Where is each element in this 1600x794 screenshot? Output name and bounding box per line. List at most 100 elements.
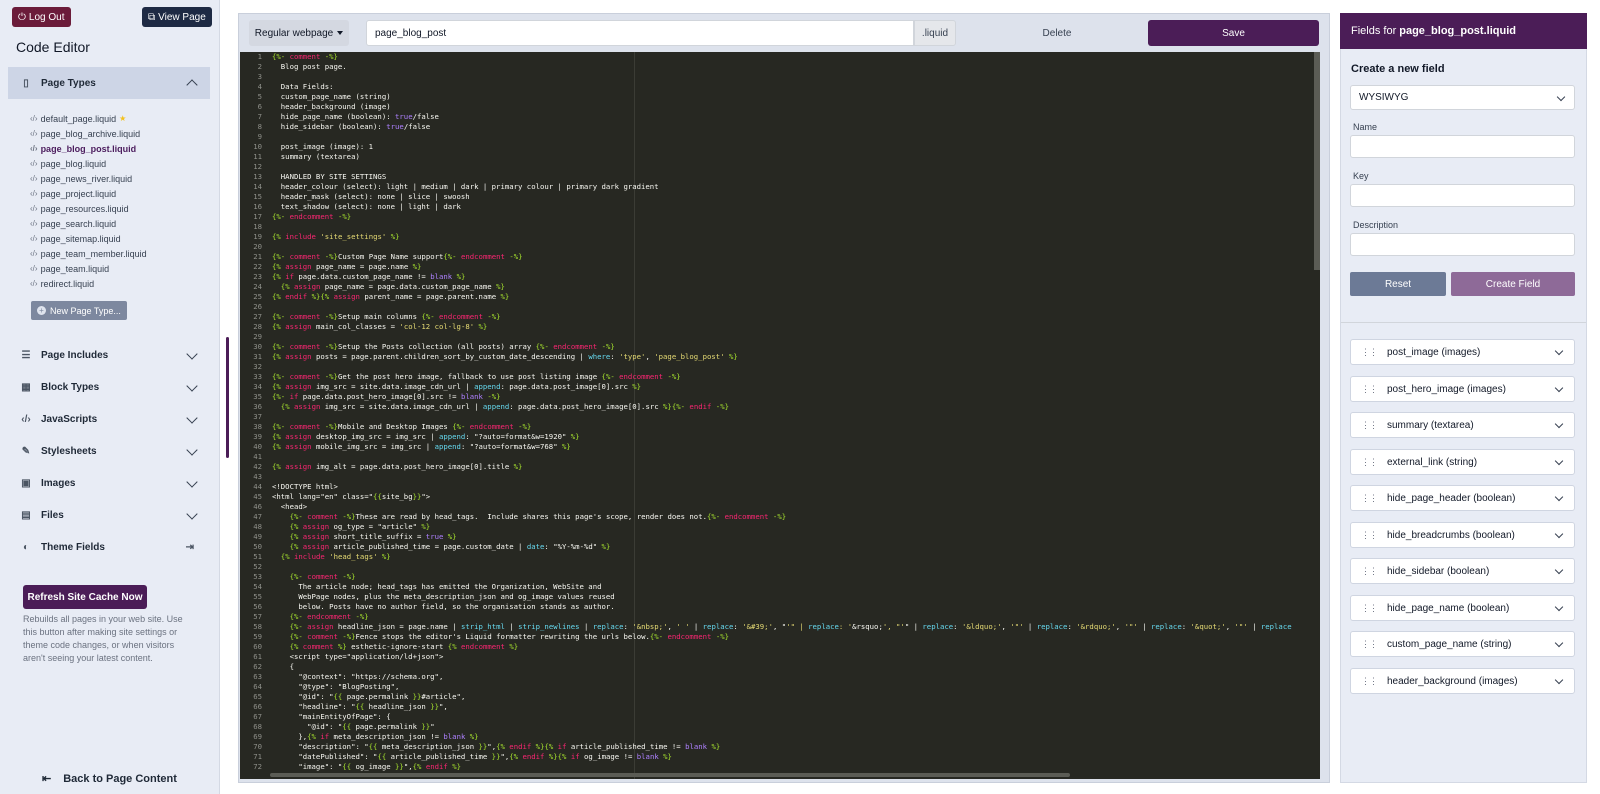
code-line: 46 <head>	[240, 502, 1320, 512]
code-line: 25 {% endif %}{% assign parent_name = pag…	[240, 292, 1320, 302]
file-item[interactable]: ‹/› page_team_member.liquid	[30, 246, 147, 261]
line-number: 45	[253, 492, 262, 501]
reset-button[interactable]: Reset	[1350, 272, 1446, 296]
code-line: 32	[240, 362, 1320, 372]
drag-handle-icon[interactable]: ⋮⋮	[1351, 639, 1387, 650]
section-javascripts[interactable]: ‹/› JavaScripts	[8, 403, 210, 435]
line-number: 65	[253, 692, 262, 701]
line-number: 25	[253, 292, 262, 301]
code-line: 15 header_mask (select): none | slice | …	[240, 192, 1320, 202]
description-field[interactable]	[1350, 233, 1575, 256]
drag-handle-icon[interactable]: ⋮⋮	[1351, 384, 1387, 395]
file-item[interactable]: ‹/› default_page.liquid ★	[30, 111, 147, 126]
field-item[interactable]: ⋮⋮ hide_page_header (boolean)	[1350, 485, 1575, 511]
section-label: Images	[41, 477, 76, 489]
plus-icon: +	[37, 306, 46, 315]
name-field[interactable]	[1350, 135, 1575, 158]
file-item[interactable]: ‹/› page_blog.liquid	[30, 156, 147, 171]
file-item[interactable]: ‹/› page_blog_archive.liquid	[30, 126, 147, 141]
drag-handle-icon[interactable]: ⋮⋮	[1351, 457, 1387, 468]
code-line: 12	[240, 162, 1320, 172]
file-item[interactable]: ‹/› page_team.liquid	[30, 261, 147, 276]
code-text: {%- comment -%}Setup main columns {%- en…	[272, 312, 501, 321]
field-item[interactable]: ⋮⋮ custom_page_name (string)	[1350, 631, 1575, 657]
code-line: 26	[240, 302, 1320, 312]
code-line: 65 "@id": "{{ page.permalink }}#article"…	[240, 692, 1320, 702]
drag-handle-icon[interactable]: ⋮⋮	[1351, 676, 1387, 687]
code-line: 36 {% assign img_src = site.data.image_c…	[240, 402, 1320, 412]
section-theme-fields[interactable]: ◐ Theme Fields ⇥	[8, 531, 210, 563]
section-stylesheets[interactable]: ✎ Stylesheets	[8, 435, 210, 467]
drag-handle-icon[interactable]: ⋮⋮	[1351, 603, 1387, 614]
section-page-includes[interactable]: ☰ Page Includes	[8, 339, 210, 371]
field-item[interactable]: ⋮⋮ summary (textarea)	[1350, 412, 1575, 438]
file-item[interactable]: ‹/› page_project.liquid	[30, 186, 147, 201]
code-line: 11 summary (textarea)	[240, 152, 1320, 162]
code-text: text_shadow (select): none | light | dar…	[272, 202, 461, 211]
view-page-button[interactable]: ⧉ View Page	[142, 7, 212, 27]
file-item[interactable]: ‹/› page_blog_post.liquid	[30, 141, 147, 156]
new-page-type-label: New Page Type...	[50, 305, 121, 316]
template-type-dropdown[interactable]: Regular webpage	[249, 20, 349, 46]
line-number: 63	[253, 672, 262, 681]
line-number: 2	[257, 62, 262, 71]
field-item[interactable]: ⋮⋮ hide_page_name (boolean)	[1350, 595, 1575, 621]
logout-label: Log Out	[28, 11, 65, 23]
drag-handle-icon[interactable]: ⋮⋮	[1351, 566, 1387, 577]
file-item[interactable]: ‹/› page_news_river.liquid	[30, 171, 147, 186]
drag-handle-icon[interactable]: ⋮⋮	[1351, 420, 1387, 431]
file-item[interactable]: ‹/› page_sitemap.liquid	[30, 231, 147, 246]
delete-button[interactable]: Delete	[1034, 20, 1080, 46]
line-number: 71	[253, 752, 262, 761]
section-block-types[interactable]: ▦ Block Types	[8, 371, 210, 403]
create-field-button[interactable]: Create Field	[1451, 272, 1575, 296]
image-icon: ▣	[21, 477, 31, 489]
code-line: 45 <html lang="en" class="{{site_bg}}">	[240, 492, 1320, 502]
drag-handle-icon[interactable]: ⋮⋮	[1351, 493, 1387, 504]
line-number: 39	[253, 432, 262, 441]
field-item[interactable]: ⋮⋮ hide_sidebar (boolean)	[1350, 558, 1575, 584]
editor-horizontal-scrollbar[interactable]	[270, 773, 1070, 777]
logout-button[interactable]: ⏻ Log Out	[12, 7, 71, 27]
file-item[interactable]: ‹/› page_resources.liquid	[30, 201, 147, 216]
code-line: 4 Data Fields:	[240, 82, 1320, 92]
code-icon: ‹/›	[30, 264, 38, 273]
file-item[interactable]: ‹/› page_search.liquid	[30, 216, 147, 231]
save-button[interactable]: Save	[1148, 20, 1319, 46]
code-editor[interactable]: 1 {%- comment -%} 2 Blog post page. 3 4 Data…	[240, 52, 1320, 779]
back-to-page-content-link[interactable]: ⇤ Back to Page Content	[42, 772, 177, 786]
code-line: 54 The article node; head_tags has emitt…	[240, 582, 1320, 592]
line-number: 34	[253, 382, 262, 391]
field-item[interactable]: ⋮⋮ post_hero_image (images)	[1350, 376, 1575, 402]
key-field[interactable]	[1350, 184, 1575, 207]
code-line: 71 "datePublished": "{{ article_publishe…	[240, 752, 1320, 762]
section-label: Page Includes	[41, 349, 109, 361]
field-item[interactable]: ⋮⋮ header_background (images)	[1350, 668, 1575, 694]
sign-in-icon: ⇥	[185, 541, 194, 553]
field-item-label: external_link (string)	[1387, 456, 1478, 468]
field-item[interactable]: ⋮⋮ hide_breadcrumbs (boolean)	[1350, 522, 1575, 548]
file-item[interactable]: ‹/› redirect.liquid	[30, 276, 147, 291]
drag-handle-icon[interactable]: ⋮⋮	[1351, 530, 1387, 541]
fields-heading-prefix: Fields for	[1351, 25, 1397, 37]
field-type-dropdown[interactable]: WYSIWYG	[1350, 85, 1575, 110]
field-item[interactable]: ⋮⋮ external_link (string)	[1350, 449, 1575, 475]
field-item[interactable]: ⋮⋮ post_image (images)	[1350, 339, 1575, 365]
section-files[interactable]: ▤ Files	[8, 499, 210, 531]
code-text: {% assign main_col_classes = 'col-12 col…	[272, 322, 488, 331]
new-page-type-button[interactable]: + New Page Type...	[31, 301, 127, 320]
field-item-label: hide_page_header (boolean)	[1387, 492, 1516, 504]
section-page-types[interactable]: ▯ Page Types	[8, 67, 210, 99]
code-line: 49 {% assign short_title_suffix = true %…	[240, 532, 1320, 542]
code-icon: ‹/›	[30, 204, 38, 213]
code-text: "headline": "{{ headline_json }}",	[272, 702, 448, 711]
file-item-label: page_resources.liquid	[40, 203, 129, 214]
code-text: custom_page_name (string)	[272, 92, 391, 101]
sidebar-scrollbar[interactable]	[226, 337, 229, 458]
file-item-label: default_page.liquid	[40, 113, 117, 124]
refresh-cache-button[interactable]: Refresh Site Cache Now	[23, 585, 147, 609]
section-images[interactable]: ▣ Images	[8, 467, 210, 499]
chevron-down-icon	[186, 444, 198, 456]
drag-handle-icon[interactable]: ⋮⋮	[1351, 347, 1387, 358]
filename-input[interactable]	[366, 20, 914, 46]
